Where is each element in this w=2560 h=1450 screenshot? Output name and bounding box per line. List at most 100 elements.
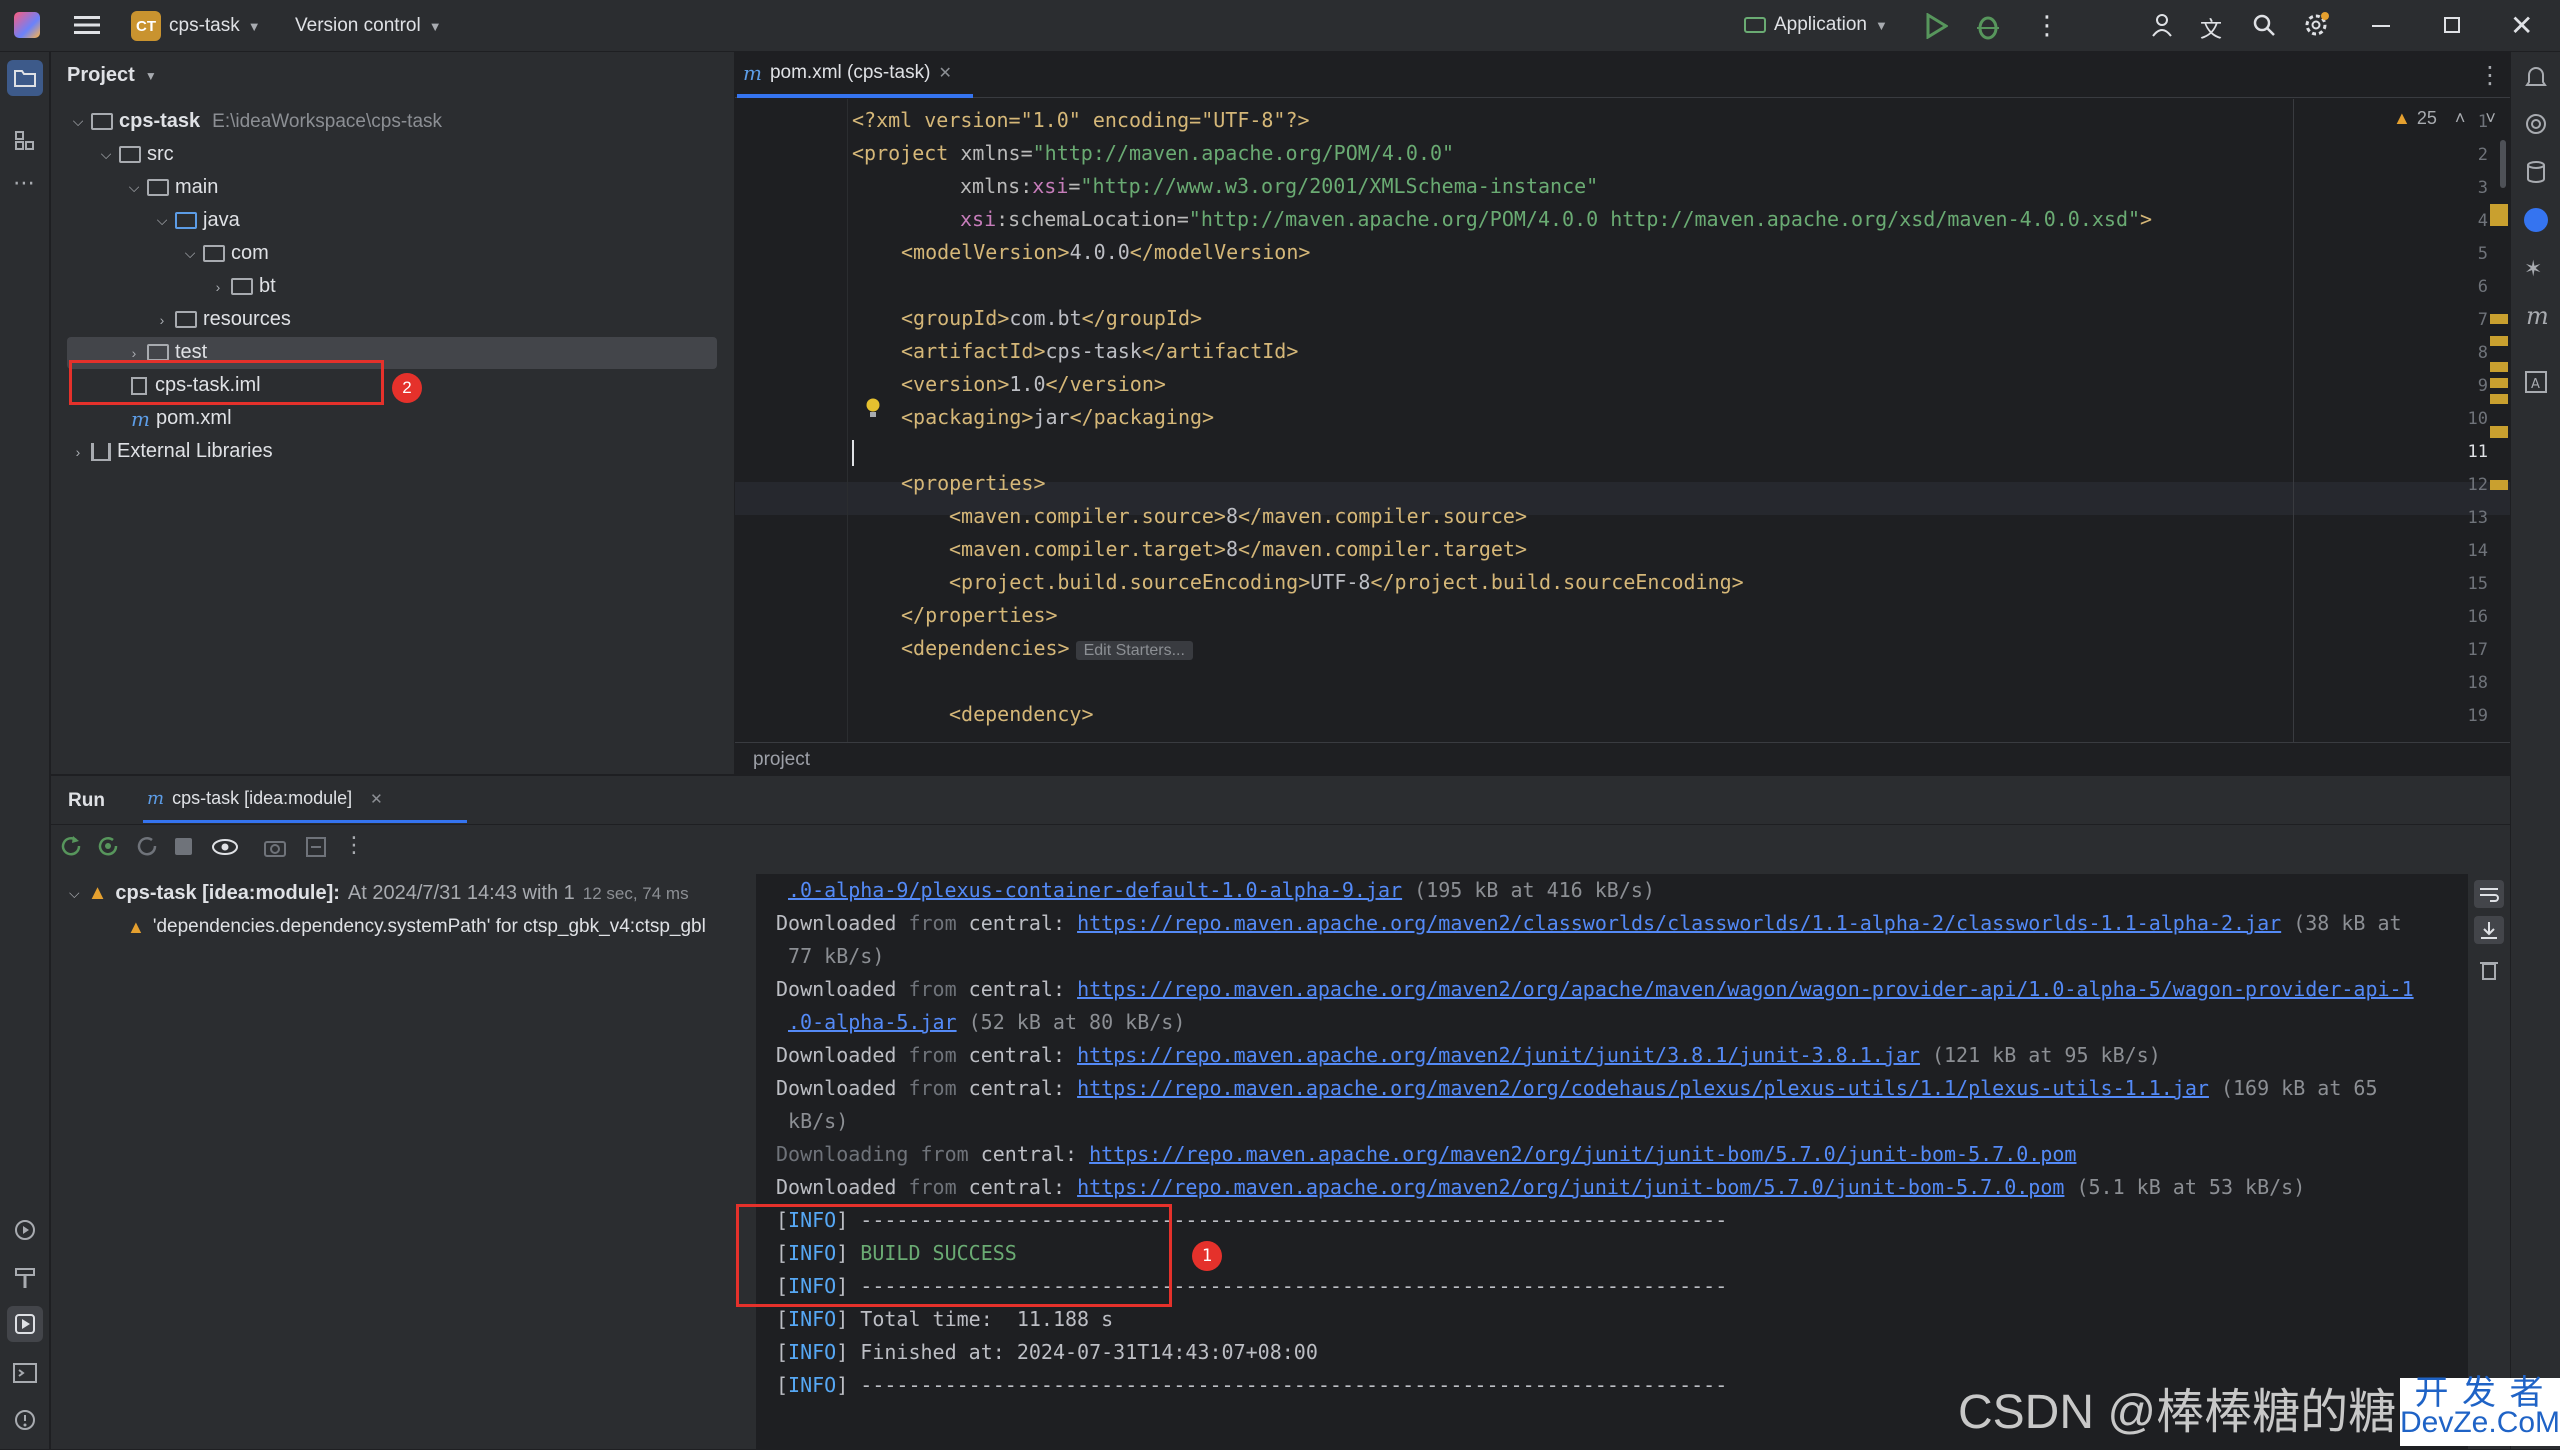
close-icon[interactable]: ✕ (2510, 9, 2533, 42)
scrollbar-thumb[interactable] (2500, 140, 2506, 188)
close-tab-icon[interactable]: ✕ (370, 790, 383, 808)
tree-node-resources[interactable]: › resources (153, 303, 291, 336)
debug-icon[interactable] (1975, 12, 2001, 40)
console-link[interactable]: https://repo.maven.apache.org/maven2/cla… (1077, 911, 2281, 935)
console-link[interactable]: https://repo.maven.apache.org/maven2/org… (1077, 1076, 2209, 1100)
editor-tab-pom[interactable]: m pom.xml (cps-task) ✕ (743, 61, 952, 85)
svg-text:A: A (2531, 377, 2540, 392)
tree-node-src[interactable]: ⌵ src (97, 138, 174, 171)
console-text: Downloaded (776, 977, 897, 1001)
code-line[interactable]: <artifactId>cps-task</artifactId> (901, 339, 1298, 363)
rerun-failed-icon[interactable] (96, 834, 120, 858)
chat-icon[interactable] (2524, 208, 2548, 232)
code-line[interactable]: <?xml version="1.0" encoding="UTF-8"?> (852, 108, 1310, 132)
code-line[interactable]: <maven.compiler.target>8</maven.compiler… (949, 537, 1527, 561)
console-line: Downloaded from central: https://repo.ma… (776, 911, 2402, 935)
console-link[interactable]: https://repo.maven.apache.org/maven2/org… (1089, 1142, 2076, 1166)
editor-more-icon[interactable]: ⋮ (2478, 61, 2502, 90)
project-panel-header[interactable]: Project ▼ (67, 64, 157, 87)
build-icon[interactable] (13, 1266, 37, 1290)
terminal-icon[interactable] (13, 1362, 37, 1384)
code-line[interactable]: <project.build.sourceEncoding>UTF-8</pro… (949, 570, 1744, 594)
code-line[interactable]: <groupId>com.bt</groupId> (901, 306, 1202, 330)
run-tool-icon[interactable] (7, 1306, 43, 1342)
clear-console-icon[interactable] (2479, 959, 2499, 981)
tree-node-label: cps-task (119, 110, 201, 132)
services-icon[interactable] (13, 1218, 37, 1242)
breadcrumb-item[interactable]: project (753, 749, 810, 770)
run-config-selector[interactable]: Application ▼ (1744, 14, 1888, 36)
tree-node-bt[interactable]: › bt (209, 270, 276, 303)
camera-icon[interactable] (263, 836, 287, 858)
search-icon[interactable] (2252, 13, 2276, 37)
run-icon[interactable] (1924, 13, 1948, 39)
project-selector[interactable]: CT cps-task ▼ (131, 11, 261, 41)
more-tools-icon[interactable]: ⋯ (13, 170, 35, 196)
plugin-icon[interactable]: ✶ (2524, 256, 2542, 282)
editor-breadcrumb: project (735, 742, 2510, 774)
text-tool-icon[interactable]: A (2524, 370, 2548, 394)
tree-node-cps-task[interactable]: ⌵ cps-task E:\ideaWorkspace\cps-task (69, 105, 442, 138)
tree-node-main[interactable]: ⌵ main (125, 171, 219, 204)
ai-assistant-icon[interactable] (2524, 112, 2548, 136)
close-tab-icon[interactable]: ✕ (938, 63, 951, 83)
app-logo-icon[interactable] (14, 12, 40, 38)
tree-node-external-libraries[interactable]: › External Libraries (69, 435, 273, 468)
run-tree-root[interactable]: ⌵ ▲ cps-task [idea:module]: At 2024/7/31… (69, 882, 689, 905)
code-line[interactable]: <dependencies> Edit Starters... (901, 636, 1193, 660)
more-actions-icon[interactable]: ⋮ (2034, 12, 2060, 38)
scroll-to-end-icon[interactable] (2474, 916, 2504, 944)
show-icon[interactable] (211, 836, 239, 858)
vcs-selector[interactable]: Version control ▼ (295, 15, 442, 37)
tree-node-java[interactable]: ⌵ java (153, 204, 240, 237)
stop-icon[interactable] (175, 838, 192, 855)
console-link[interactable]: https://repo.maven.apache.org/maven2/org… (1077, 1175, 2064, 1199)
rerun-icon[interactable] (59, 834, 83, 858)
code-line[interactable]: <properties> (901, 471, 1046, 495)
code-line[interactable]: <dependency> (949, 702, 1094, 726)
run-tree-warning[interactable]: ▲ 'dependencies.dependency.systemPath' f… (127, 916, 756, 938)
code-line[interactable]: <project xmlns="http://maven.apache.org/… (852, 141, 1454, 165)
console-output[interactable]: .0-alpha-9/plexus-container-default-1.0-… (736, 874, 2468, 1450)
code-line[interactable]: <packaging>jar</packaging> (901, 405, 1214, 429)
code-line[interactable]: <modelVersion>4.0.0</modelVersion> (901, 240, 1310, 264)
edit-starters-hint[interactable]: Edit Starters... (1075, 641, 1193, 660)
code-line[interactable]: xsi:schemaLocation="http://maven.apache.… (960, 207, 2152, 231)
maven-icon[interactable]: m (2526, 302, 2549, 330)
code-line[interactable]: </properties> (901, 603, 1058, 627)
database-icon[interactable] (2524, 160, 2548, 184)
console-link[interactable]: .0-alpha-9/plexus-container-default-1.0-… (788, 878, 1402, 902)
tree-node-pom-xml[interactable]: m pom.xml (129, 402, 232, 435)
line-number: 8 (2477, 343, 2488, 363)
translate-icon[interactable]: 文 (2200, 12, 2222, 44)
code-line[interactable]: xmlns:xsi="http://www.w3.org/2001/XMLSch… (960, 174, 1598, 198)
soft-wrap-icon[interactable] (2474, 880, 2504, 908)
minimize-icon[interactable] (2372, 25, 2390, 27)
main-menu-icon[interactable] (74, 14, 100, 36)
run-tab-title[interactable]: Run (68, 790, 105, 812)
restore-icon[interactable] (2444, 17, 2460, 33)
warning-icon: ▲ (87, 882, 108, 904)
console-link[interactable]: https://repo.maven.apache.org/maven2/org… (1077, 977, 2414, 1001)
project-tool-icon[interactable] (7, 60, 43, 96)
export-icon[interactable] (305, 836, 327, 858)
more-actions-icon[interactable]: ⋮ (343, 832, 365, 858)
structure-icon[interactable] (14, 130, 36, 152)
code-token: 4.0.0 (1069, 240, 1130, 264)
settings-icon[interactable] (2303, 12, 2329, 38)
problems-icon[interactable] (13, 1408, 37, 1432)
code-token: <properties> (901, 471, 1046, 495)
notifications-icon[interactable] (2524, 64, 2548, 90)
code-line[interactable]: <version>1.0</version> (901, 372, 1166, 396)
run-tree-warning-label: 'dependencies.dependency.systemPath' for… (152, 916, 706, 937)
run-tab-module[interactable]: m cps-task [idea:module] ✕ (147, 788, 383, 809)
restart-icon[interactable] (135, 834, 159, 858)
console-link[interactable]: https://repo.maven.apache.org/maven2/jun… (1077, 1043, 1920, 1067)
code-with-me-icon[interactable] (2151, 12, 2177, 38)
tree-node-com[interactable]: ⌵ com (181, 237, 269, 270)
console-link[interactable]: .0-alpha-5.jar (788, 1010, 957, 1034)
code-line[interactable]: <maven.compiler.source>8</maven.compiler… (949, 504, 1527, 528)
warning-marker (2490, 426, 2508, 438)
text-caret (852, 440, 854, 466)
lightbulb-icon[interactable] (865, 397, 881, 419)
